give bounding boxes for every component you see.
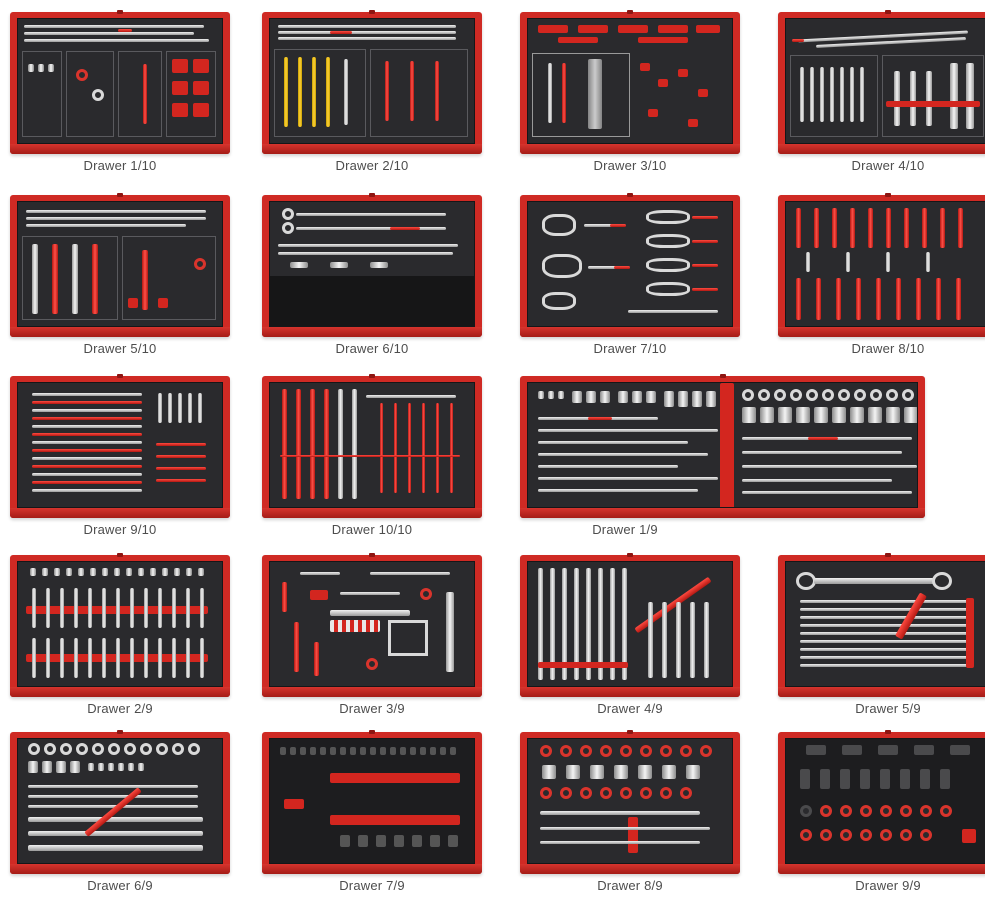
drawer-label: Drawer 7/9 bbox=[339, 878, 405, 893]
drawer-label: Drawer 8/10 bbox=[851, 341, 925, 356]
drawer-6-9-image bbox=[10, 730, 230, 874]
drawer-label: Drawer 1/10 bbox=[83, 158, 157, 173]
drawer-5-10-image bbox=[10, 193, 230, 337]
drawer-8-9-image bbox=[520, 730, 740, 874]
drawer-1-10-image bbox=[10, 10, 230, 154]
drawer-label: Drawer 1/9 bbox=[592, 522, 658, 537]
drawer-label: Drawer 4/9 bbox=[597, 701, 663, 716]
drawer-card-6-9[interactable]: Drawer 6/9 bbox=[10, 730, 230, 904]
drawer-card-6-10[interactable]: Drawer 6/10 bbox=[262, 193, 482, 367]
drawer-3-10-image bbox=[520, 10, 740, 154]
drawer-label: Drawer 2/10 bbox=[335, 158, 409, 173]
drawer-card-5-9[interactable]: Drawer 5/9 bbox=[778, 553, 985, 727]
drawer-card-3-10[interactable]: Drawer 3/10 bbox=[520, 10, 740, 184]
drawer-label: Drawer 4/10 bbox=[851, 158, 925, 173]
drawer-6-10-image bbox=[262, 193, 482, 337]
drawer-9-10-image bbox=[10, 374, 230, 518]
drawer-label: Drawer 8/9 bbox=[597, 878, 663, 893]
drawer-card-10-10[interactable]: Drawer 10/10 bbox=[262, 374, 482, 548]
drawer-card-4-10[interactable]: Drawer 4/10 bbox=[778, 10, 985, 184]
drawer-card-2-10[interactable]: Drawer 2/10 bbox=[262, 10, 482, 184]
drawer-card-1-9[interactable]: Drawer 1/9 bbox=[520, 374, 925, 548]
drawer-10-10-image bbox=[262, 374, 482, 518]
drawer-label: Drawer 2/9 bbox=[87, 701, 153, 716]
drawer-2-9-image bbox=[10, 553, 230, 697]
drawer-7-10-image bbox=[520, 193, 740, 337]
drawer-card-7-10[interactable]: Drawer 7/10 bbox=[520, 193, 740, 367]
drawer-5-9-image bbox=[778, 553, 985, 697]
drawer-card-3-9[interactable]: Drawer 3/9 bbox=[262, 553, 482, 727]
drawer-card-9-10[interactable]: Drawer 9/10 bbox=[10, 374, 230, 548]
drawer-label: Drawer 6/9 bbox=[87, 878, 153, 893]
drawer-label: Drawer 3/9 bbox=[339, 701, 405, 716]
drawer-label: Drawer 5/9 bbox=[855, 701, 921, 716]
drawer-label: Drawer 3/10 bbox=[593, 158, 667, 173]
drawer-card-7-9[interactable]: Drawer 7/9 bbox=[262, 730, 482, 904]
drawer-card-4-9[interactable]: Drawer 4/9 bbox=[520, 553, 740, 727]
drawer-label: Drawer 10/10 bbox=[331, 522, 413, 537]
drawer-1-9-image bbox=[520, 374, 925, 518]
drawer-9-9-image bbox=[778, 730, 985, 874]
drawer-7-9-image bbox=[262, 730, 482, 874]
drawer-label: Drawer 6/10 bbox=[335, 341, 409, 356]
drawer-card-1-10[interactable]: Drawer 1/10 bbox=[10, 10, 230, 184]
drawer-label: Drawer 9/9 bbox=[855, 878, 921, 893]
drawer-label: Drawer 5/10 bbox=[83, 341, 157, 356]
drawer-4-9-image bbox=[520, 553, 740, 697]
drawer-card-8-10[interactable]: Drawer 8/10 bbox=[778, 193, 985, 367]
drawer-4-10-image bbox=[778, 10, 985, 154]
drawer-label: Drawer 7/10 bbox=[593, 341, 667, 356]
drawer-card-9-9[interactable]: Drawer 9/9 bbox=[778, 730, 985, 904]
drawer-label: Drawer 9/10 bbox=[83, 522, 157, 537]
drawer-8-10-image bbox=[778, 193, 985, 337]
drawer-card-5-10[interactable]: Drawer 5/10 bbox=[10, 193, 230, 367]
drawer-card-2-9[interactable]: Drawer 2/9 bbox=[10, 553, 230, 727]
drawer-3-9-image bbox=[262, 553, 482, 697]
drawer-2-10-image bbox=[262, 10, 482, 154]
drawer-card-8-9[interactable]: Drawer 8/9 bbox=[520, 730, 740, 904]
